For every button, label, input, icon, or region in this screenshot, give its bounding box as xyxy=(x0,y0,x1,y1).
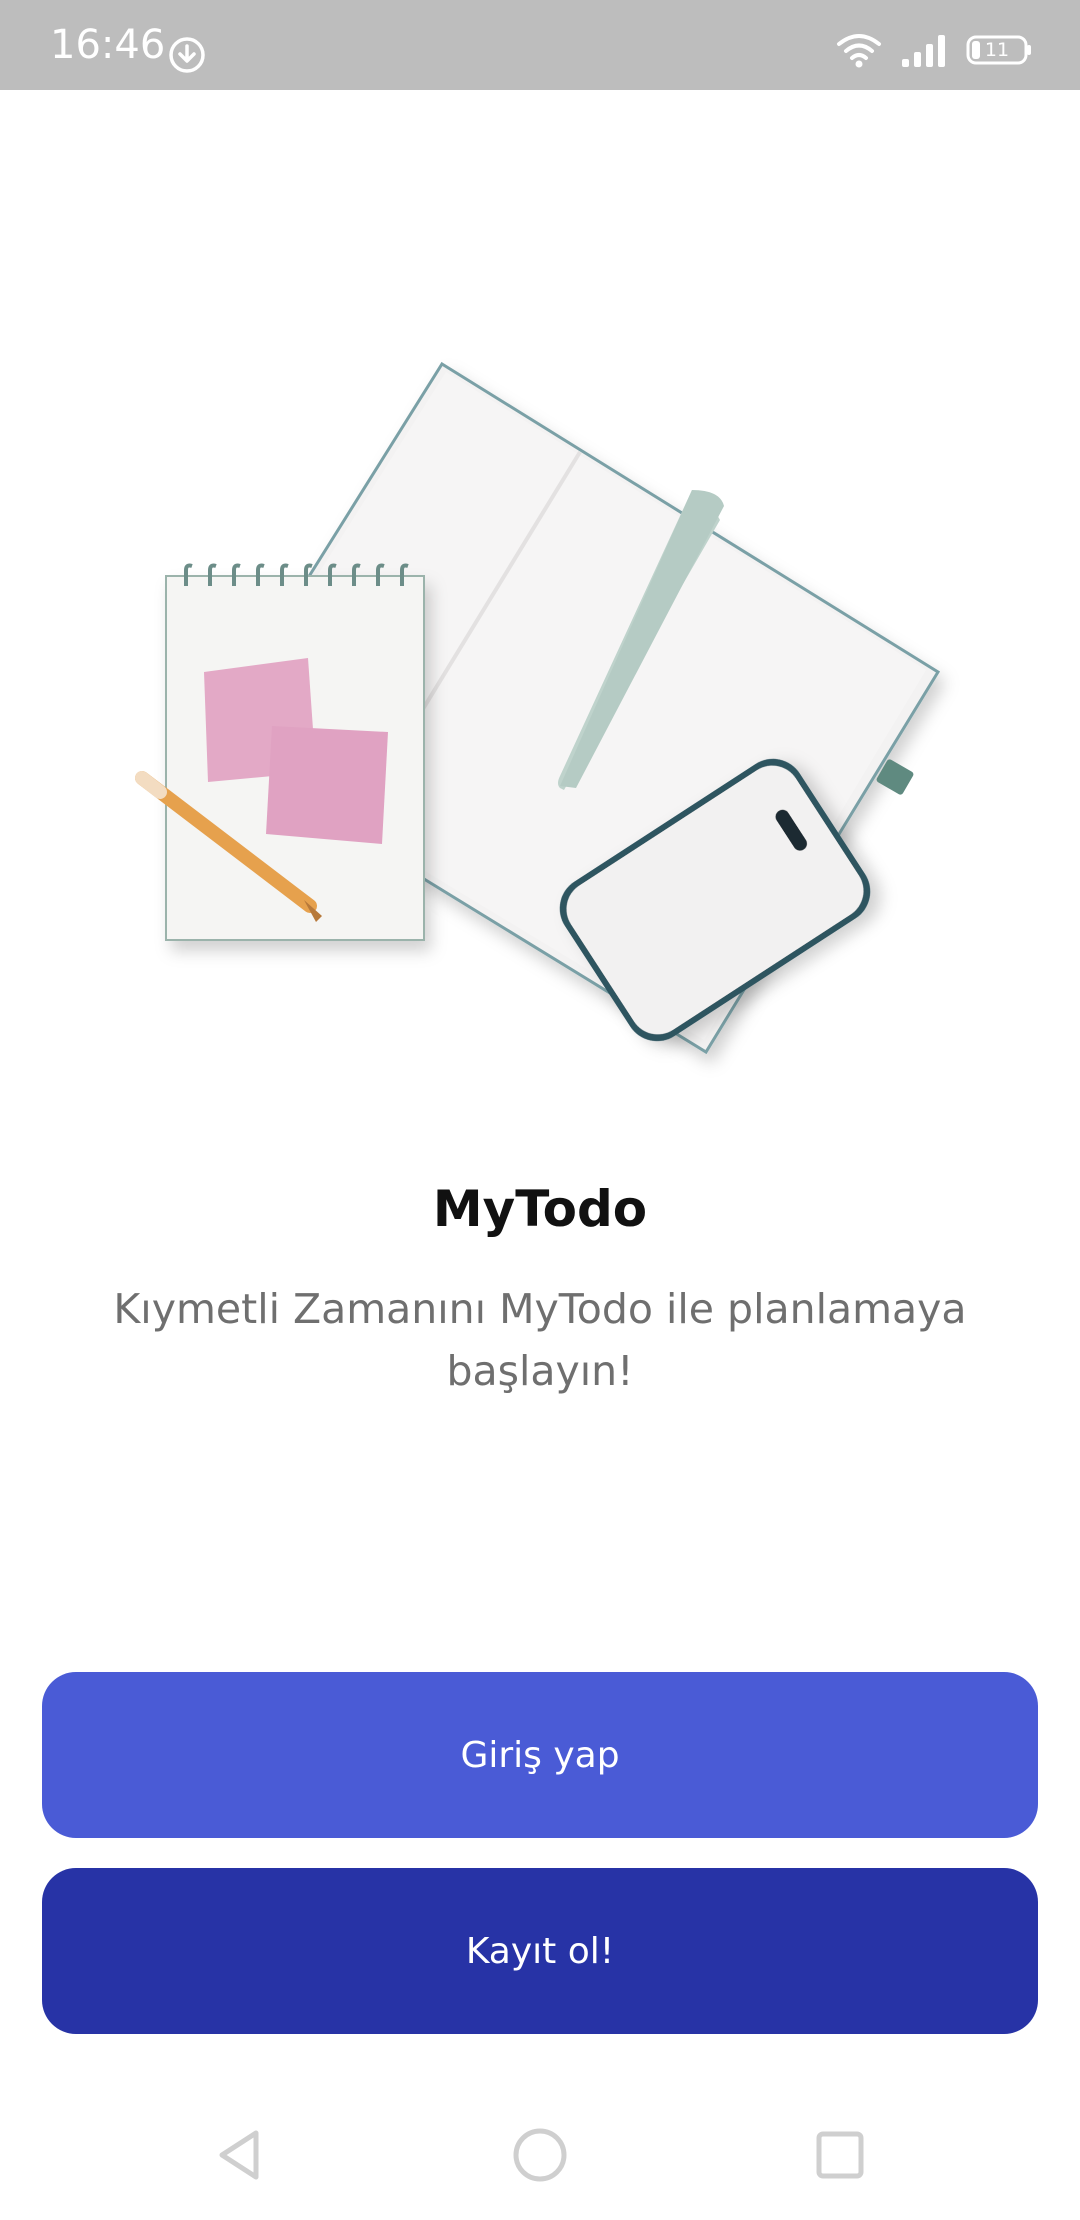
signal-icon xyxy=(902,35,945,67)
login-button[interactable]: Giriş yap xyxy=(42,1672,1038,1838)
download-icon xyxy=(169,37,205,73)
recents-icon[interactable] xyxy=(810,2125,870,2185)
back-icon[interactable] xyxy=(210,2125,270,2185)
system-nav-bar xyxy=(0,2085,1080,2220)
home-icon[interactable] xyxy=(510,2125,570,2185)
app-title: MyTodo xyxy=(432,1180,648,1238)
status-bar: 16:46 11 xyxy=(0,0,1080,90)
app-subtitle: Kıymetli Zamanını MyTodo ile planlamaya … xyxy=(113,1285,967,1395)
wifi-icon xyxy=(837,34,881,68)
register-button[interactable]: Kayıt ol! xyxy=(42,1868,1038,2034)
battery-icon: 11 xyxy=(966,35,1032,65)
status-time: 16:46 xyxy=(50,22,166,68)
status-icons: 11 xyxy=(836,30,1032,70)
notebook-phone-illustration xyxy=(135,361,941,1055)
battery-level: 11 xyxy=(984,39,1010,61)
welcome-screen: 16:46 11 MyTodo Kıymetli Zamanını MyTodo… xyxy=(0,0,1080,2220)
